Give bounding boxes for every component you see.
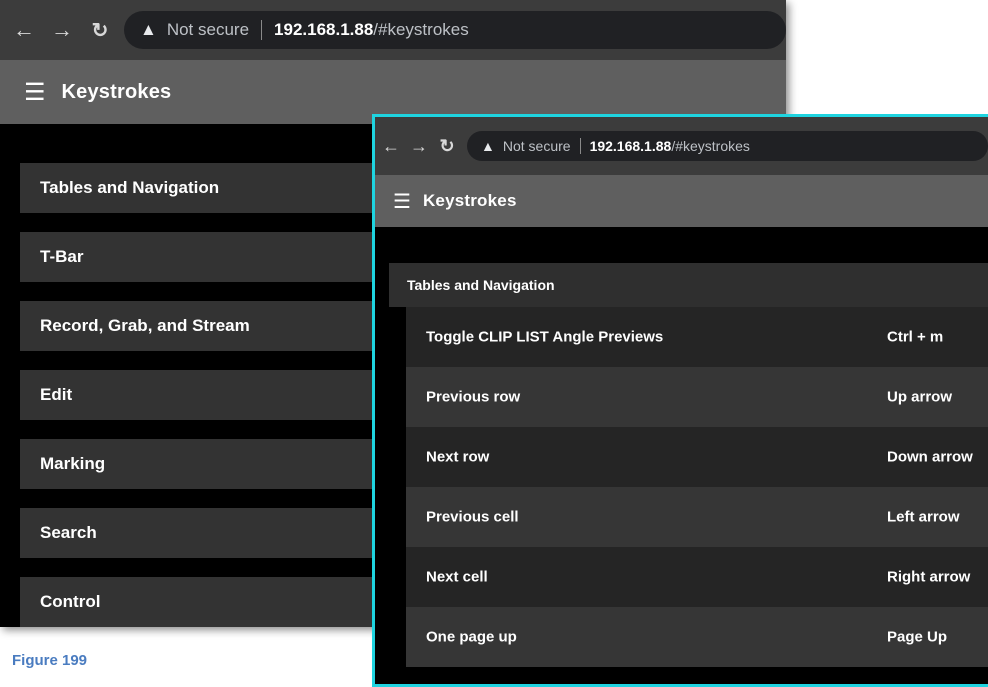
keystroke-action: One page up: [426, 628, 517, 646]
category-label: Edit: [40, 385, 73, 404]
category-label: Control: [40, 592, 101, 611]
category-label: Tables and Navigation: [40, 178, 220, 197]
app-header: ☰ Keystrokes: [375, 175, 988, 227]
category-label: Marking: [40, 454, 106, 473]
url-host[interactable]: 192.168.1.88: [590, 138, 672, 154]
url-host[interactable]: 192.168.1.88: [274, 20, 373, 40]
url-path[interactable]: /#keystrokes: [373, 20, 468, 40]
keystroke-shortcut: Left arrow: [887, 508, 960, 526]
browser-toolbar: ← → ↻ ▲ Not secure 192.168.1.88/#keystro…: [375, 117, 988, 175]
keystroke-row: Next row Down arrow: [406, 427, 988, 487]
security-label[interactable]: Not secure: [167, 20, 249, 40]
keystroke-action: Previous cell: [426, 508, 519, 526]
front-browser-window: ← → ↻ ▲ Not secure 192.168.1.88/#keystro…: [372, 114, 988, 687]
category-label: Record, Grab, and Stream: [40, 316, 250, 335]
hamburger-menu-icon[interactable]: ☰: [24, 78, 46, 107]
address-bar[interactable]: ▲ Not secure 192.168.1.88/#keystrokes: [124, 11, 786, 49]
section-title: Tables and Navigation: [407, 277, 555, 293]
keystroke-shortcut: Up arrow: [887, 388, 953, 406]
arrow-left-icon[interactable]: ←: [10, 17, 38, 43]
section-header-tables-and-navigation[interactable]: Tables and Navigation: [389, 263, 988, 307]
reload-icon[interactable]: ↻: [435, 136, 459, 157]
url-path[interactable]: /#keystrokes: [671, 138, 750, 154]
keystroke-action: Previous row: [426, 388, 521, 406]
keystroke-action: Next cell: [426, 568, 488, 586]
keystroke-shortcut: Down arrow: [887, 448, 973, 466]
warning-triangle-icon[interactable]: ▲: [481, 138, 495, 154]
address-divider: [579, 138, 581, 154]
keystroke-action: Next row: [426, 448, 490, 466]
keystroke-action: Toggle CLIP LIST Angle Previews: [426, 328, 664, 346]
reload-icon[interactable]: ↻: [86, 18, 114, 43]
arrow-right-icon[interactable]: →: [407, 136, 431, 157]
keystroke-row: Toggle CLIP LIST Angle Previews Ctrl + m: [406, 307, 988, 367]
page-title: Keystrokes: [422, 191, 517, 210]
arrow-left-icon[interactable]: ←: [379, 136, 403, 157]
page-title: Keystrokes: [61, 80, 172, 103]
keystroke-row: Previous cell Left arrow: [406, 487, 988, 547]
category-label: Search: [40, 523, 97, 542]
browser-toolbar: ← → ↻ ▲ Not secure 192.168.1.88/#keystro…: [0, 0, 786, 60]
address-divider: [261, 20, 263, 40]
keystroke-row: Previous row Up arrow: [406, 367, 988, 427]
arrow-right-icon[interactable]: →: [48, 17, 76, 43]
address-bar[interactable]: ▲ Not secure 192.168.1.88/#keystrokes: [467, 131, 988, 161]
keystroke-shortcut: Ctrl + m: [887, 328, 944, 346]
hamburger-menu-icon[interactable]: ☰: [393, 189, 411, 214]
keystroke-shortcut: Page Up: [887, 628, 948, 646]
security-label[interactable]: Not secure: [503, 138, 571, 154]
keystroke-row: Next cell Right arrow: [406, 547, 988, 607]
category-label: T-Bar: [40, 247, 84, 266]
keystroke-shortcut: Right arrow: [887, 568, 971, 586]
warning-triangle-icon[interactable]: ▲: [140, 20, 157, 40]
keystroke-row: One page up Page Up: [406, 607, 988, 667]
figure-caption: Figure 199: [12, 652, 88, 669]
